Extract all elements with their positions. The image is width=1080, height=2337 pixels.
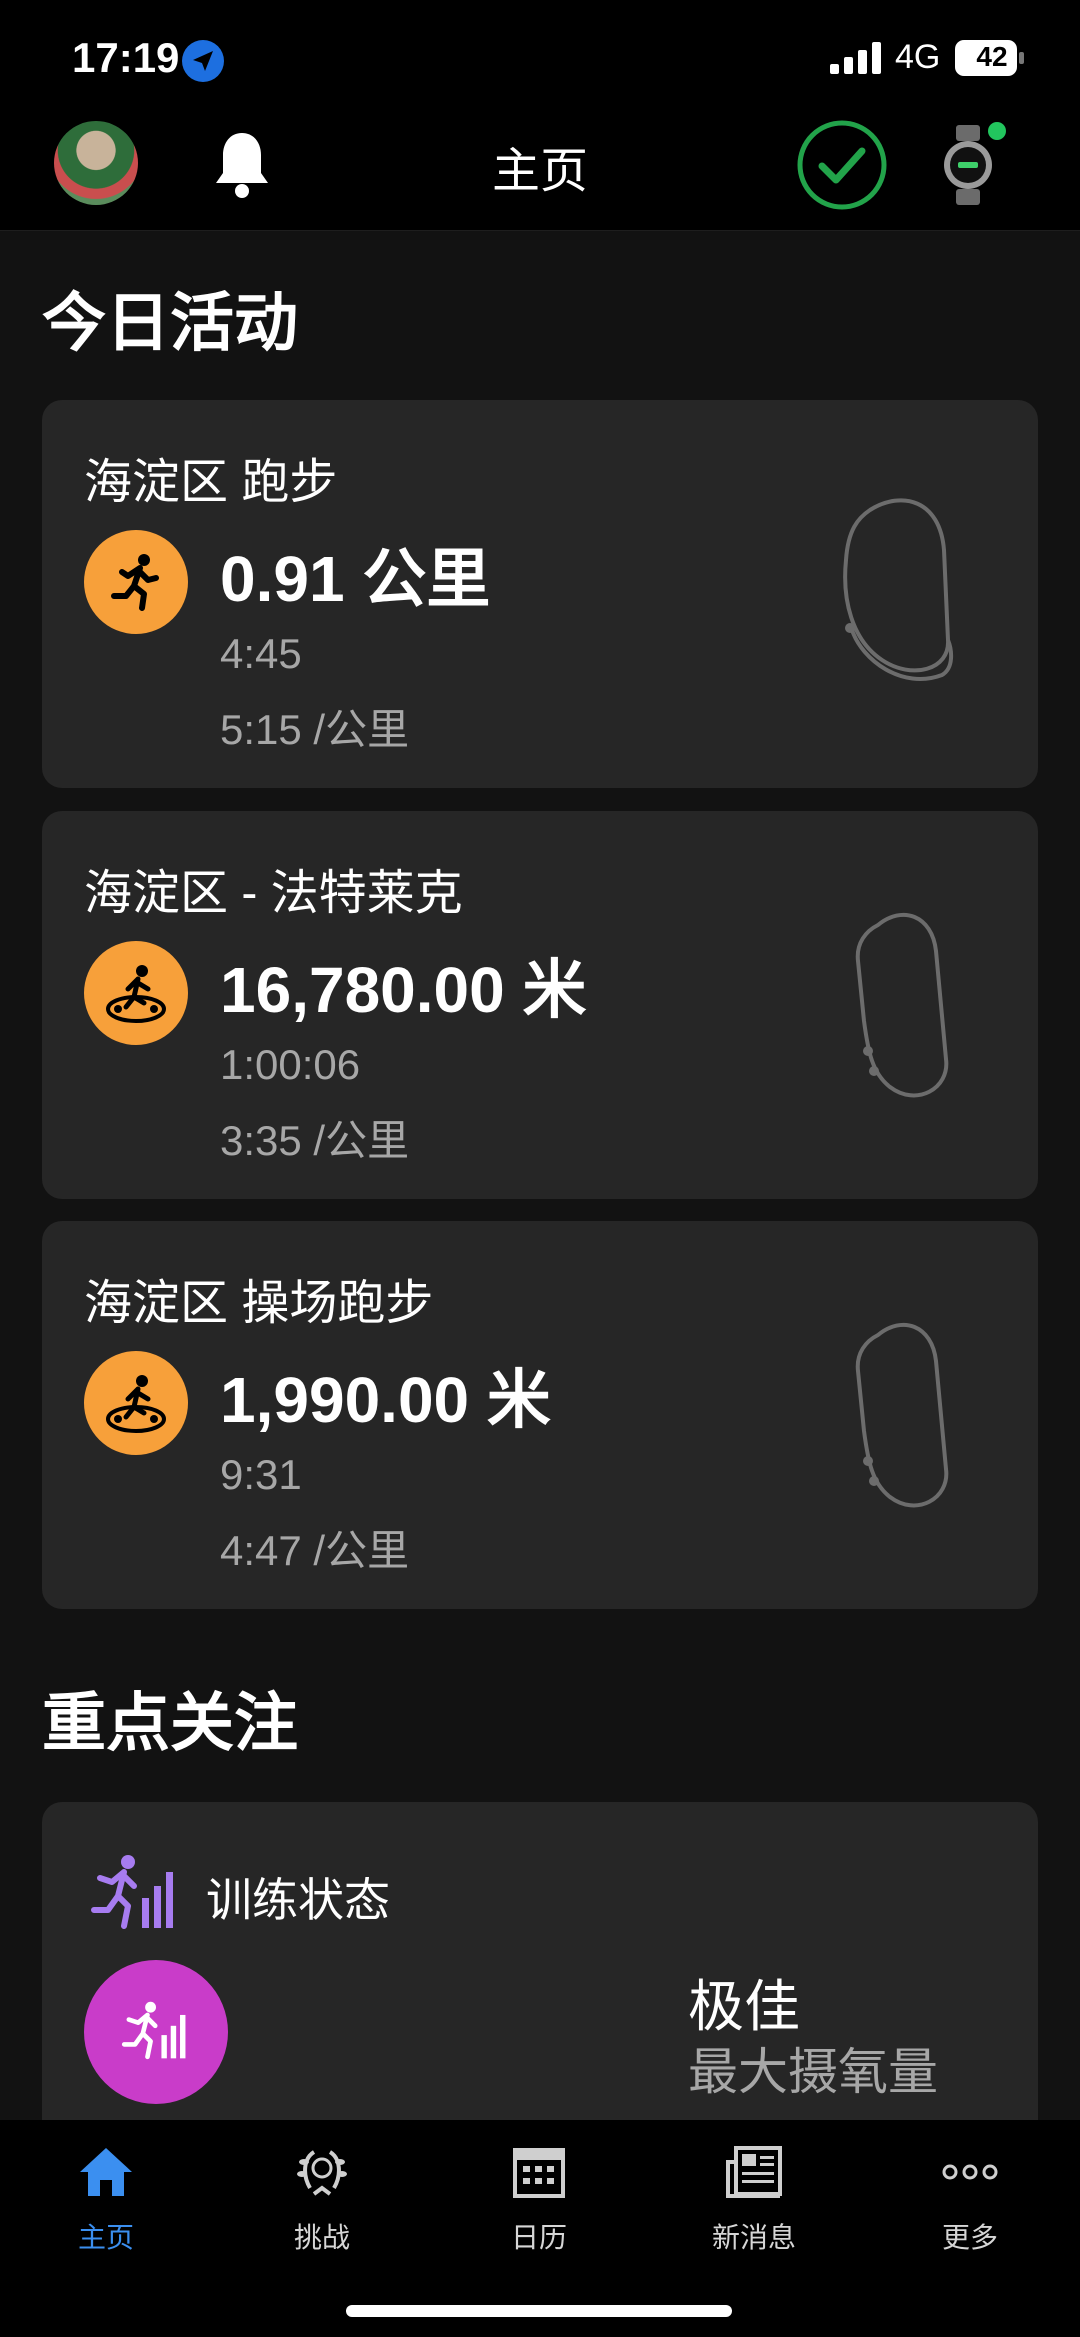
activity-card[interactable]: 海淀区 跑步 0.91 公里 4:45 5:15 /公里 xyxy=(42,400,1038,788)
activity-duration: 1:00:06 xyxy=(220,1041,361,1088)
tab-home[interactable]: 主页 xyxy=(36,2144,176,2256)
tab-label: 主页 xyxy=(77,2222,134,2253)
treadmill-icon xyxy=(84,1351,188,1455)
location-arrow-icon xyxy=(182,40,224,82)
news-icon xyxy=(726,2146,782,2198)
tab-challenges[interactable]: 挑战 xyxy=(252,2144,392,2256)
tab-label: 挑战 xyxy=(293,2222,350,2253)
treadmill-icon xyxy=(84,941,188,1045)
section-title-today: 今日活动 xyxy=(42,287,298,359)
training-status-icon xyxy=(91,1855,173,1929)
training-status-label: 训练状态 xyxy=(206,1874,390,1926)
app-header: 主页 xyxy=(0,115,1080,231)
running-icon xyxy=(84,530,188,634)
device-connected-dot xyxy=(988,122,1006,140)
laurel-icon xyxy=(297,2150,347,2196)
battery-level: 42 xyxy=(976,41,1008,72)
activity-title: 海淀区 - 法特莱克 xyxy=(84,867,463,920)
tab-label: 更多 xyxy=(941,2222,998,2253)
home-indicator xyxy=(346,2305,732,2317)
activity-pace: 5:15 /公里 xyxy=(220,706,410,753)
activity-card[interactable]: 海淀区 - 法特莱克 16,780.00 米 1:00:06 3:35 /公里 xyxy=(42,811,1038,1199)
tab-label: 新消息 xyxy=(711,2222,796,2253)
tab-calendar[interactable]: 日历 xyxy=(469,2144,609,2256)
activity-distance: 16,780.00 米 xyxy=(220,954,587,1026)
activity-distance: 1,990.00 米 xyxy=(220,1364,551,1436)
training-status-card[interactable]: 训练状态 极佳 最大摄氧量 xyxy=(42,1802,1038,2132)
tab-more[interactable]: 更多 xyxy=(900,2144,1040,2256)
training-status-metric: 最大摄氧量 xyxy=(688,2044,938,2100)
training-status-value: 极佳 xyxy=(688,1975,800,2038)
activity-distance: 0.91 公里 xyxy=(220,543,491,615)
more-icon xyxy=(942,2164,998,2180)
activity-title: 海淀区 跑步 xyxy=(84,456,338,509)
activity-card[interactable]: 海淀区 操场跑步 1,990.00 米 9:31 4:47 /公里 xyxy=(42,1221,1038,1609)
tab-label: 日历 xyxy=(510,2222,567,2253)
activity-duration: 4:45 xyxy=(220,630,302,677)
activity-pace: 3:35 /公里 xyxy=(220,1117,410,1164)
route-map-thumbnail xyxy=(855,1322,949,1508)
activity-duration: 9:31 xyxy=(220,1451,302,1498)
network-type: 4G xyxy=(895,38,941,76)
signal-icon xyxy=(830,42,881,74)
page-title: 主页 xyxy=(491,145,588,198)
calendar-icon xyxy=(513,2148,565,2198)
activity-pace: 4:47 /公里 xyxy=(220,1527,410,1574)
section-title-focus: 重点关注 xyxy=(42,1687,298,1759)
route-map-thumbnail xyxy=(855,912,949,1098)
home-icon xyxy=(80,2148,132,2196)
status-bar: 17:19 4G 42 xyxy=(0,0,1080,115)
watch-device-icon[interactable] xyxy=(940,125,996,205)
tab-newsfeed[interactable]: 新消息 xyxy=(684,2144,824,2256)
training-status-badge xyxy=(84,1960,228,2104)
activity-title: 海淀区 操场跑步 xyxy=(84,1277,434,1330)
status-time: 17:19 xyxy=(72,34,180,81)
route-map-thumbnail xyxy=(843,498,954,681)
sync-check-icon[interactable] xyxy=(796,119,888,211)
